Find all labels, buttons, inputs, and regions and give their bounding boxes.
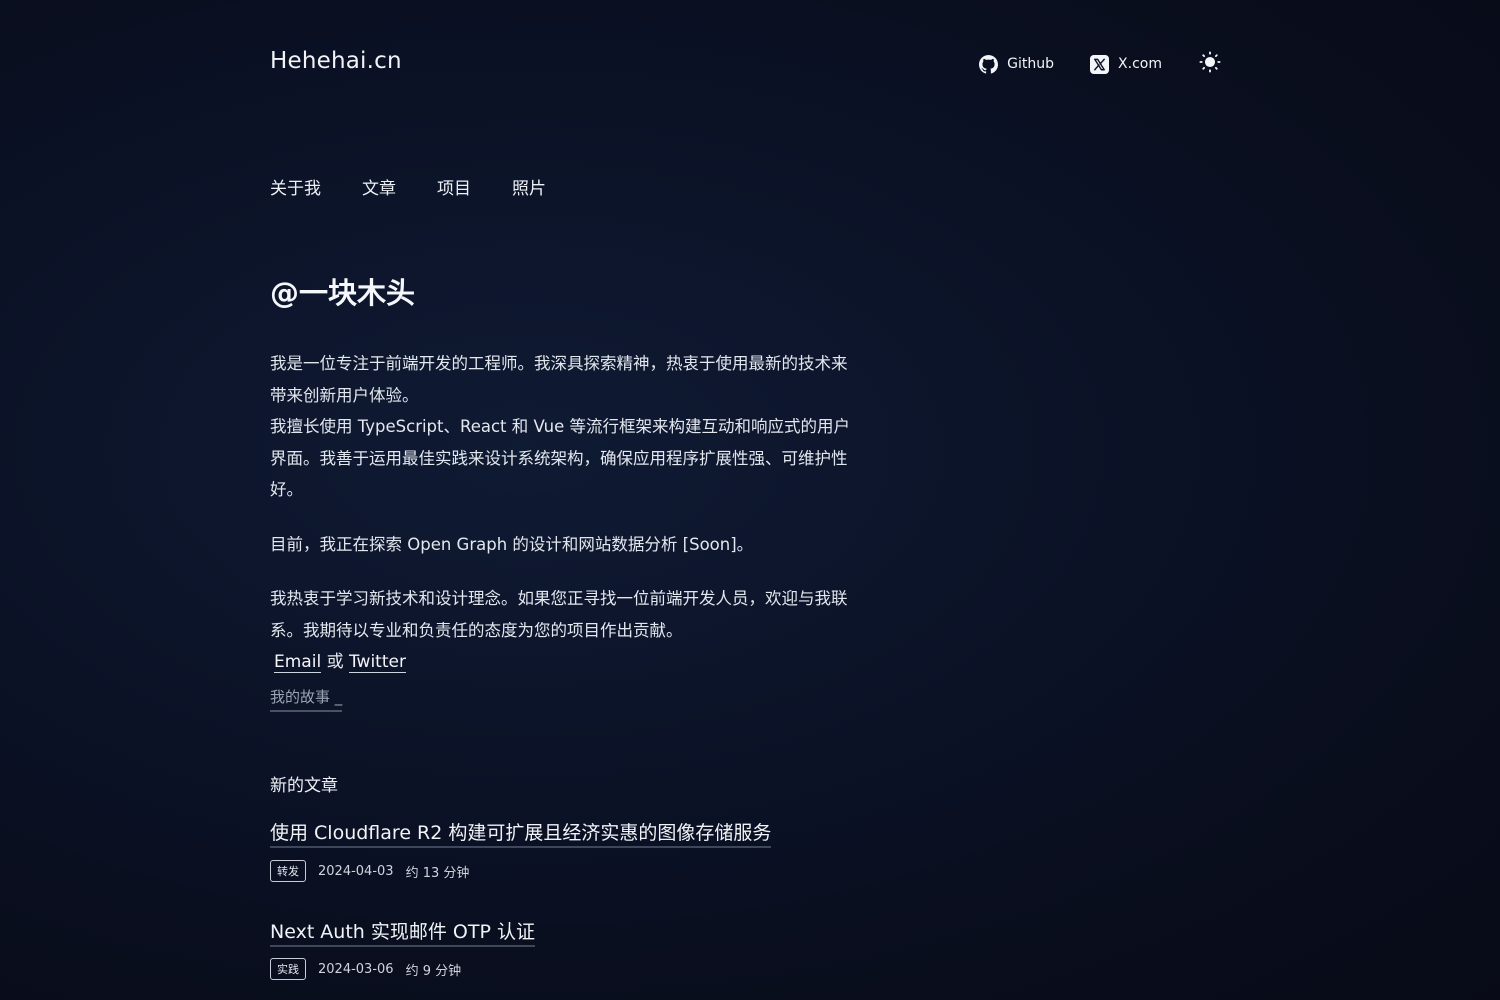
intro-paragraph-4: 我热衷于学习新技术和设计理念。如果您正寻找一位前端开发人员，欢迎与我联系。我期待… (270, 589, 848, 640)
theme-toggle-button[interactable] (1198, 51, 1222, 77)
article-read-time: 约 13 分钟 (405, 865, 470, 881)
header-links: Github X.com (979, 51, 1222, 77)
x-icon (1090, 54, 1110, 74)
article-tag[interactable]: 转发 (270, 860, 306, 882)
site-title[interactable]: Hehehai.cn (270, 48, 402, 74)
x-com-link-label: X.com (1118, 56, 1162, 72)
article-read-time: 约 9 分钟 (405, 963, 462, 979)
article-meta: 转发 2024-04-03 约 13 分钟 (270, 860, 771, 882)
x-com-link[interactable]: X.com (1090, 54, 1162, 74)
recent-articles-title: 新的文章 (270, 776, 338, 796)
article-title-link[interactable]: Next Auth 实现邮件 OTP 认证 (270, 917, 535, 947)
nav-item-photos[interactable]: 照片 (512, 174, 546, 199)
intro-paragraph-2: 我擅长使用 TypeScript、React 和 Vue 等流行框架来构建互动和… (270, 417, 851, 499)
article-title-link[interactable]: 使用 Cloudflare R2 构建可扩展且经济实惠的图像存储服务 (270, 818, 772, 848)
contact-line: Email 或 Twitter (274, 646, 855, 678)
article-item: Next Auth 实现邮件 OTP 认证 实践 2024-03-06 约 9 … (270, 917, 535, 980)
email-link[interactable]: Email (274, 652, 322, 673)
github-icon (979, 54, 999, 74)
intro-paragraph-1: 我是一位专注于前端开发的工程师。我深具探索精神，热衷于使用最新的技术来带来创新用… (270, 354, 848, 405)
article-date: 2024-04-03 (318, 863, 394, 879)
nav-item-about[interactable]: 关于我 (270, 174, 321, 199)
github-link[interactable]: Github (979, 54, 1055, 74)
article-item: 使用 Cloudflare R2 构建可扩展且经济实惠的图像存储服务 转发 20… (270, 818, 772, 882)
article-date: 2024-03-06 (318, 961, 394, 977)
my-story-link[interactable]: 我的故事 _ (270, 686, 343, 712)
main-nav: 关于我 文章 项目 照片 (270, 174, 546, 199)
article-tag[interactable]: 实践 (270, 958, 306, 980)
intro-paragraph-3: 目前，我正在探索 Open Graph 的设计和网站数据分析 [Soon]。 (270, 534, 754, 554)
page-heading: @一块木头 (270, 276, 416, 310)
or-text: 或 (326, 652, 344, 672)
nav-item-articles[interactable]: 文章 (362, 174, 396, 199)
sun-icon (1199, 51, 1221, 77)
intro-section: @一块木头 我是一位专注于前端开发的工程师。我深具探索精神，热衷于使用最新的技术… (270, 270, 855, 712)
nav-item-projects[interactable]: 项目 (437, 174, 471, 199)
article-meta: 实践 2024-03-06 约 9 分钟 (270, 958, 535, 980)
github-link-label: Github (1007, 56, 1055, 72)
twitter-link[interactable]: Twitter (348, 652, 406, 673)
